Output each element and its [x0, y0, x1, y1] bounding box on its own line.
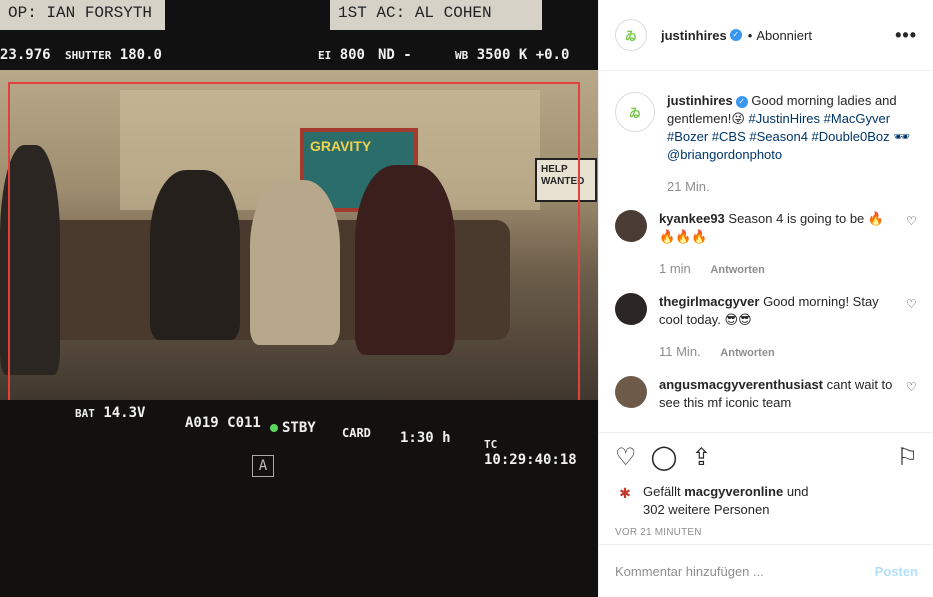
reply-button[interactable]: Antworten — [720, 347, 774, 359]
post-button[interactable]: Posten — [875, 564, 918, 579]
comment-username[interactable]: thegirlmacgyver — [659, 294, 759, 309]
card-time: 1:30 h — [400, 430, 451, 446]
stby-dot-icon — [270, 424, 278, 432]
comment-time: 11 Min. — [659, 344, 701, 359]
comment-icon[interactable]: ◯ — [651, 446, 678, 470]
like-icon[interactable]: ♡ — [615, 446, 637, 470]
comment-username[interactable]: angusmacgyverenthusiast — [659, 377, 823, 392]
comment-input[interactable] — [615, 563, 875, 579]
others-likes-link[interactable]: 302 weitere Personen — [643, 502, 769, 517]
slate-op: OP: IAN FORSYTH — [0, 0, 165, 30]
timecode: TC 10:29:40:18 — [484, 438, 577, 468]
stby-indicator: STBY — [270, 420, 316, 436]
shutter-readout: SHUTTER 180.0 — [65, 47, 162, 63]
comments-list[interactable]: ゐ justinhires ✓ Good morning ladies and g… — [599, 72, 933, 432]
card-label: CARD — [342, 426, 371, 440]
verified-icon: ✓ — [735, 95, 748, 108]
list-item: thegirlmacgyver Good morning! Stay cool … — [615, 293, 918, 362]
avatar[interactable] — [615, 210, 647, 242]
comment-username[interactable]: kyankee93 — [659, 211, 725, 226]
avatar[interactable] — [615, 376, 647, 408]
header-separator: • — [747, 27, 753, 43]
likes-summary: ✱ Gefällt macgyveronline und 302 weitere… — [615, 483, 918, 519]
wb-readout: WB 3500 K +0.0 — [455, 47, 570, 63]
bookmark-icon[interactable]: ⚐ — [896, 446, 918, 470]
follow-status-button[interactable]: Abonniert — [756, 28, 812, 43]
nd-readout: ND - — [378, 47, 412, 63]
cam-letter: A — [252, 455, 274, 477]
caption: ゐ justinhires ✓ Good morning ladies and g… — [615, 92, 918, 196]
liker-username[interactable]: macgyveronline — [684, 484, 783, 499]
comment-time: 1 min — [659, 261, 691, 276]
comment-composer: Posten — [599, 544, 933, 597]
like-comment-icon[interactable]: ♡ — [906, 380, 918, 412]
post-header: ゐ justinhires ✓ • Abonniert ••• — [599, 0, 933, 71]
share-icon[interactable]: ⇪ — [691, 446, 711, 470]
header-username[interactable]: justinhires — [661, 28, 727, 43]
like-comment-icon[interactable]: ♡ — [906, 297, 918, 362]
verified-icon: ✓ — [729, 29, 742, 41]
clip-id: A019 C011 — [185, 415, 261, 431]
reply-button[interactable]: Antworten — [710, 264, 764, 276]
list-item: kyankee93 Season 4 is going to be 🔥🔥🔥🔥 1… — [615, 210, 918, 279]
post-actions: ♡ ◯ ⇪ ⚐ ✱ Gefällt macgyveronline und 302… — [599, 432, 933, 548]
avatar[interactable] — [615, 293, 647, 325]
avatar[interactable]: ゐ — [615, 19, 647, 51]
post-photo[interactable]: GRAVITY HELP WANTED OP: IAN FORSYTH 1ST … — [0, 0, 598, 597]
more-options-icon[interactable]: ••• — [895, 25, 917, 46]
caption-time: 21 Min. — [667, 179, 710, 194]
post-panel: ゐ justinhires ✓ • Abonniert ••• ゐ justin… — [598, 0, 933, 597]
fps-readout: 23.976 — [0, 47, 51, 63]
slate-ac: 1ST AC: AL COHEN — [330, 0, 542, 30]
ei-readout: EI 800 — [318, 47, 365, 63]
caption-avatar[interactable]: ゐ — [615, 92, 655, 132]
post-time: VOR 21 MINUTEN — [615, 527, 702, 538]
caption-username[interactable]: justinhires — [667, 93, 733, 108]
liker-avatar[interactable]: ✱ — [615, 483, 635, 503]
list-item: angusmacgyverenthusiast cant wait to see… — [615, 376, 918, 412]
like-comment-icon[interactable]: ♡ — [906, 214, 918, 279]
frame-guide — [8, 82, 580, 420]
battery-readout: BAT 14.3V — [75, 405, 146, 421]
